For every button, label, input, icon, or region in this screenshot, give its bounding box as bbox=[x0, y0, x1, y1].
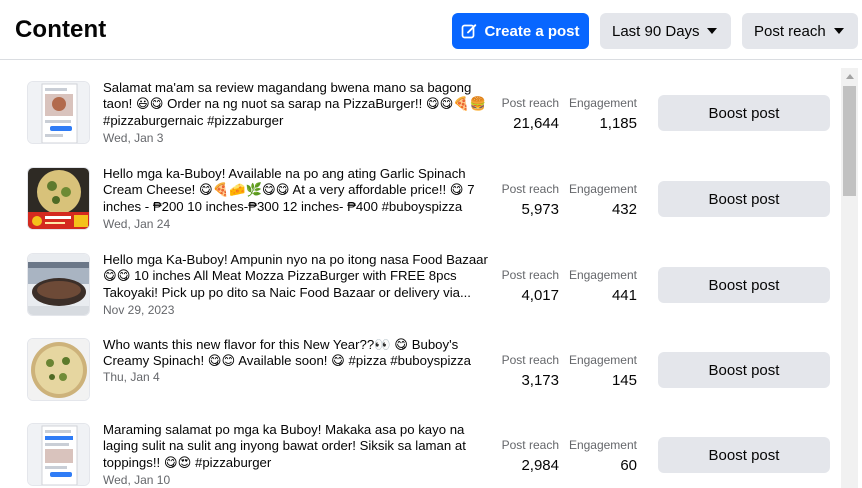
post-thumbnail[interactable] bbox=[27, 253, 90, 316]
post-reach-stat: Post reach 3,173 bbox=[489, 353, 559, 389]
engagement-value: 1,185 bbox=[599, 115, 637, 132]
post-reach-stat: Post reach 21,644 bbox=[489, 96, 559, 132]
engagement-stat: Engagement 441 bbox=[563, 268, 637, 304]
post-row[interactable]: Salamat ma'am sa review magandang bwena … bbox=[15, 68, 841, 153]
post-text[interactable]: Salamat ma'am sa review magandang bwena … bbox=[103, 80, 495, 129]
boost-post-button[interactable]: Boost post bbox=[658, 267, 830, 303]
post-row[interactable]: Maraming salamat po mga ka Buboy! Makaka… bbox=[15, 410, 841, 488]
engagement-value: 432 bbox=[611, 201, 637, 218]
post-date: Wed, Jan 10 bbox=[103, 473, 171, 487]
caret-down-icon bbox=[707, 28, 717, 34]
engagement-label: Engagement bbox=[568, 268, 637, 282]
boost-post-button[interactable]: Boost post bbox=[658, 95, 830, 131]
engagement-value: 441 bbox=[611, 287, 637, 304]
engagement-value: 145 bbox=[611, 372, 637, 389]
page-title: Content bbox=[15, 16, 107, 43]
edit-icon bbox=[462, 24, 477, 39]
post-date: Nov 29, 2023 bbox=[103, 303, 175, 317]
reach-value: 2,984 bbox=[521, 457, 559, 474]
create-post-button[interactable]: Create a post bbox=[452, 13, 589, 49]
reach-value: 4,017 bbox=[521, 287, 559, 304]
engagement-label: Engagement bbox=[568, 353, 637, 367]
post-text[interactable]: Hello mga ka-Buboy! Available na po ang … bbox=[103, 166, 495, 215]
boost-post-button[interactable]: Boost post bbox=[658, 181, 830, 217]
boost-post-button[interactable]: Boost post bbox=[658, 437, 830, 473]
engagement-label: Engagement bbox=[568, 438, 637, 452]
post-thumbnail[interactable] bbox=[27, 423, 90, 486]
engagement-stat: Engagement 432 bbox=[563, 182, 637, 218]
reach-label: Post reach bbox=[501, 182, 559, 196]
create-post-label: Create a post bbox=[484, 22, 580, 40]
engagement-label: Engagement bbox=[568, 182, 637, 196]
reach-value: 21,644 bbox=[513, 115, 559, 132]
engagement-stat: Engagement 60 bbox=[563, 438, 637, 474]
post-row[interactable]: Who wants this new flavor for this New Y… bbox=[15, 325, 841, 410]
post-reach-stat: Post reach 4,017 bbox=[489, 268, 559, 304]
post-text[interactable]: Hello mga Ka-Buboy! Ampunin nyo na po it… bbox=[103, 252, 495, 301]
engagement-stat: Engagement 1,185 bbox=[563, 96, 637, 132]
date-range-label: Last 90 Days bbox=[612, 22, 700, 40]
post-text[interactable]: Maraming salamat po mga ka Buboy! Makaka… bbox=[103, 422, 495, 471]
content-header: Content Create a post Last 90 Days Post … bbox=[0, 0, 862, 60]
metric-label: Post reach bbox=[754, 22, 826, 40]
reach-value: 5,973 bbox=[521, 201, 559, 218]
post-date: Wed, Jan 24 bbox=[103, 217, 171, 231]
post-reach-stat: Post reach 5,973 bbox=[489, 182, 559, 218]
post-row[interactable]: Hello mga Ka-Buboy! Ampunin nyo na po it… bbox=[15, 240, 841, 325]
reach-label: Post reach bbox=[501, 438, 559, 452]
post-row[interactable]: Hello mga ka-Buboy! Available na po ang … bbox=[15, 154, 841, 239]
post-date: Thu, Jan 4 bbox=[103, 370, 160, 384]
post-reach-stat: Post reach 2,984 bbox=[489, 438, 559, 474]
post-thumbnail[interactable] bbox=[27, 167, 90, 230]
caret-down-icon bbox=[834, 28, 844, 34]
engagement-stat: Engagement 145 bbox=[563, 353, 637, 389]
reach-label: Post reach bbox=[501, 96, 559, 110]
post-thumbnail[interactable] bbox=[27, 81, 90, 144]
post-list: Salamat ma'am sa review magandang bwena … bbox=[15, 68, 841, 488]
reach-label: Post reach bbox=[501, 268, 559, 282]
reach-label: Post reach bbox=[501, 353, 559, 367]
engagement-value: 60 bbox=[620, 457, 637, 474]
boost-post-button[interactable]: Boost post bbox=[658, 352, 830, 388]
post-date: Wed, Jan 3 bbox=[103, 131, 164, 145]
scroll-up-arrow-icon[interactable] bbox=[846, 74, 854, 79]
reach-value: 3,173 bbox=[521, 372, 559, 389]
post-thumbnail[interactable] bbox=[27, 338, 90, 401]
metric-dropdown[interactable]: Post reach bbox=[742, 13, 858, 49]
date-range-dropdown[interactable]: Last 90 Days bbox=[600, 13, 731, 49]
post-text[interactable]: Who wants this new flavor for this New Y… bbox=[103, 337, 495, 370]
engagement-label: Engagement bbox=[568, 96, 637, 110]
scrollbar-thumb[interactable] bbox=[843, 86, 856, 196]
